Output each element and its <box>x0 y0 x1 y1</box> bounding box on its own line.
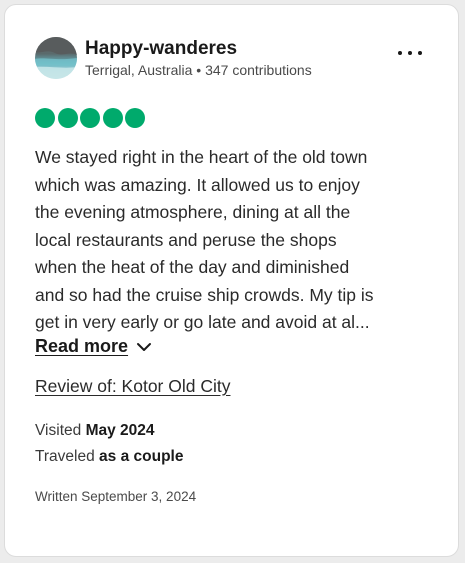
review-text-line: get in very early or go late and avoid a… <box>35 312 370 332</box>
meta-separator: • <box>196 62 202 78</box>
reviewer-location: Terrigal, Australia <box>85 62 193 78</box>
rating-bubble <box>35 108 55 128</box>
review-text-line: the evening atmosphere, dining at all th… <box>35 202 351 222</box>
review-text-line: when the heat of the day and diminished <box>35 257 350 277</box>
review-text-line: We stayed right in the heart of the old … <box>35 147 368 167</box>
visited-date: Visited May 2024 <box>35 422 155 440</box>
visited-label: Visited <box>35 422 82 439</box>
review-text-line: local restaurants and peruse the shops <box>35 229 337 250</box>
reviewer-name[interactable]: Happy-wanderes <box>85 38 237 60</box>
read-more-label: Read more <box>35 336 129 356</box>
avatar-photo <box>35 37 77 79</box>
traveled-value: as a couple <box>99 448 184 465</box>
rating-bubble <box>80 108 100 128</box>
more-options-button[interactable] <box>397 43 423 63</box>
written-date: Written September 3, 2024 <box>35 489 197 504</box>
read-more-button[interactable]: Read more <box>35 336 152 357</box>
review-card: Happy-wanderes Terrigal, Australia • 347… <box>4 4 459 557</box>
reviewer-contributions: 347 contributions <box>205 62 312 78</box>
traveled-type: Traveled as a couple <box>35 448 183 466</box>
review-text-line: which was amazing. It allowed us to enjo… <box>35 174 360 195</box>
rating-bubble <box>102 108 123 128</box>
review-text: We stayed right in the heart of the old … <box>35 144 435 337</box>
avatar[interactable] <box>35 37 77 79</box>
review-text-line: and so had the cruise ship crowds. My ti… <box>35 284 374 305</box>
visited-value: May 2024 <box>85 422 155 439</box>
chevron-down-icon <box>137 342 152 351</box>
review-of-link[interactable]: Review of: Kotor Old City <box>35 376 230 397</box>
traveled-label: Traveled <box>35 448 95 465</box>
reviewer-meta: Terrigal, Australia • 347 contributions <box>85 62 312 78</box>
rating-bubbles <box>35 108 145 128</box>
rating-bubble <box>57 108 78 128</box>
rating-bubble <box>125 108 145 128</box>
more-horizontal-icon <box>398 51 402 55</box>
